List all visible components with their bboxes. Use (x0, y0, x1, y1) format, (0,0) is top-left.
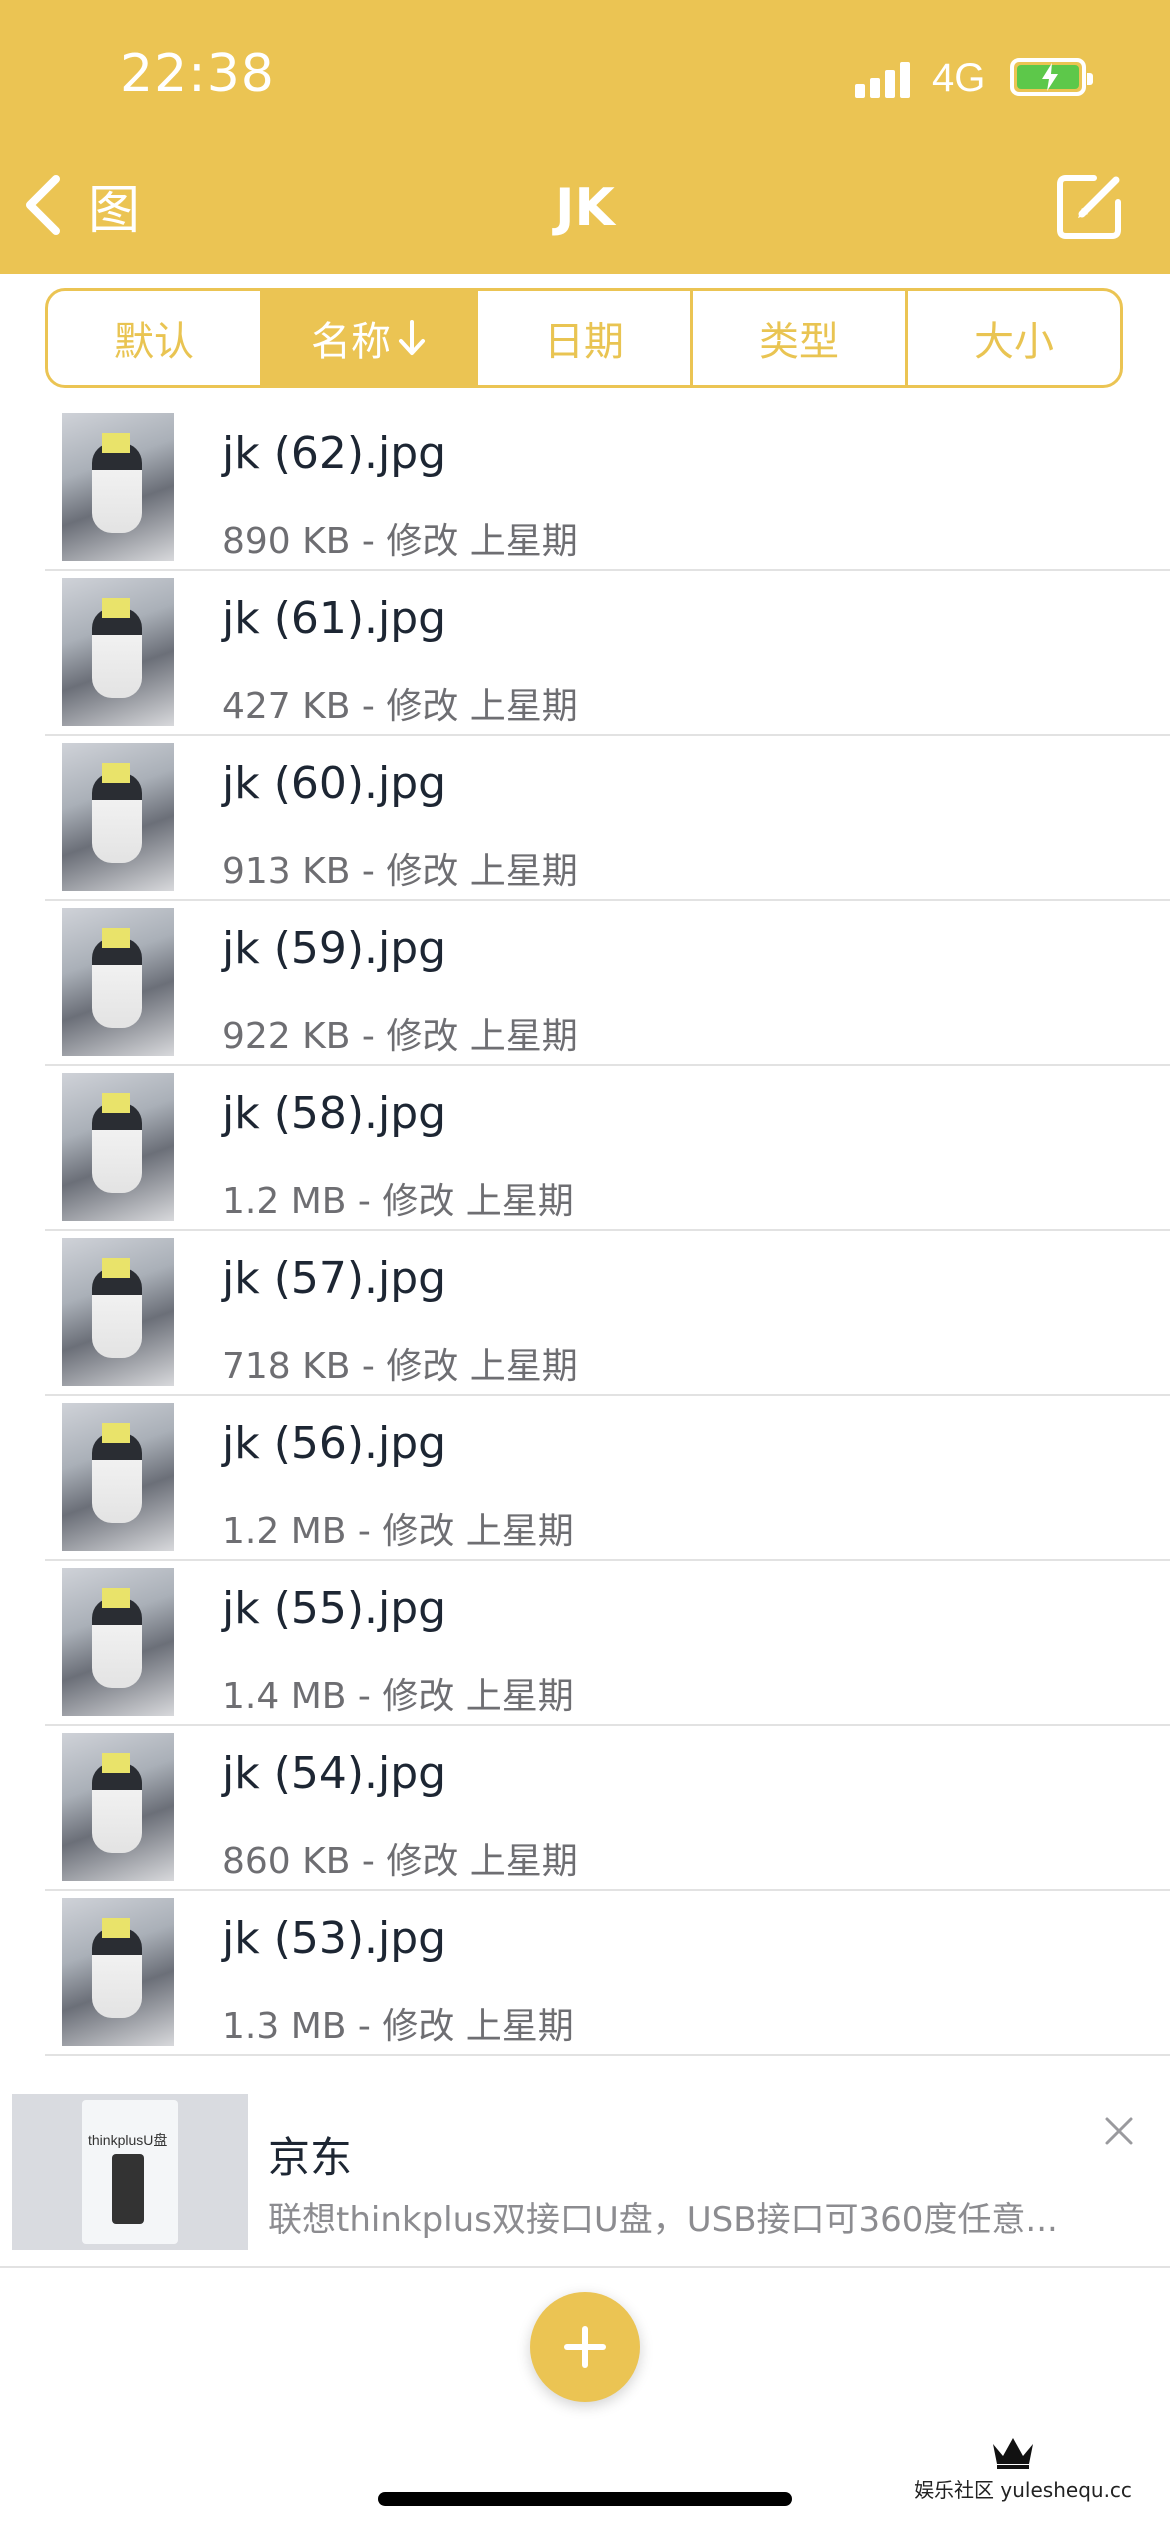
thumbnail-image (62, 1403, 174, 1551)
thumbnail-image (62, 1238, 174, 1386)
sort-default[interactable]: 默认 (48, 291, 263, 385)
edit-icon[interactable] (1054, 172, 1124, 242)
file-meta: 890 KB - 修改 上星期 (222, 521, 578, 562)
file-name: jk (61).jpg (222, 593, 447, 644)
file-meta: 860 KB - 修改 上星期 (222, 1841, 578, 1882)
home-indicator (378, 2492, 792, 2506)
file-name: jk (53).jpg (222, 1913, 447, 1964)
page-title: JK (555, 178, 615, 238)
add-button[interactable] (530, 2292, 640, 2402)
list-item[interactable]: jk (56).jpg 1.2 MB - 修改 上星期 (0, 1396, 1170, 1561)
sort-size[interactable]: 大小 (908, 291, 1120, 385)
file-meta: 913 KB - 修改 上星期 (222, 851, 578, 892)
thumbnail-image (62, 1733, 174, 1881)
file-name: jk (54).jpg (222, 1748, 447, 1799)
signal-icon (855, 58, 911, 98)
header-bar: 22:38 4G 图 JK (0, 0, 1170, 274)
list-item[interactable]: jk (57).jpg 718 KB - 修改 上星期 (0, 1231, 1170, 1396)
thumbnail-image (62, 578, 174, 726)
file-meta: 1.4 MB - 修改 上星期 (222, 1676, 574, 1717)
thumbnail-image (62, 1568, 174, 1716)
watermark: 娱乐社区 yuleshequ.cc (888, 2430, 1158, 2510)
list-item[interactable]: jk (54).jpg 860 KB - 修改 上星期 (0, 1726, 1170, 1891)
thumbnail-image (62, 1073, 174, 1221)
thumbnail-image (62, 908, 174, 1056)
network-type: 4G (932, 56, 986, 100)
ad-description: 联想thinkplus双接口U盘，USB接口可360度任意... (268, 2200, 1058, 2240)
ad-brand: 京东 (268, 2133, 353, 2182)
file-name: jk (62).jpg (222, 428, 447, 479)
file-list: jk (62).jpg 890 KB - 修改 上星期 jk (61).jpg … (0, 406, 1170, 2056)
thumbnail-image (62, 1898, 174, 2046)
file-name: jk (55).jpg (222, 1583, 447, 1634)
crown-icon (993, 2438, 1033, 2469)
thumbnail-image (62, 743, 174, 891)
file-meta: 922 KB - 修改 上星期 (222, 1016, 578, 1057)
list-item[interactable]: jk (58).jpg 1.2 MB - 修改 上星期 (0, 1066, 1170, 1231)
thumbnail-image (62, 413, 174, 561)
file-name: jk (57).jpg (222, 1253, 447, 1304)
battery-icon (1010, 58, 1093, 96)
file-name: jk (56).jpg (222, 1418, 447, 1469)
ad-product-image: thinkplusU盘 (12, 2094, 248, 2250)
file-meta: 1.2 MB - 修改 上星期 (222, 1181, 574, 1222)
list-item[interactable]: jk (55).jpg 1.4 MB - 修改 上星期 (0, 1561, 1170, 1726)
file-meta: 718 KB - 修改 上星期 (222, 1346, 578, 1387)
file-name: jk (58).jpg (222, 1088, 447, 1139)
file-meta: 427 KB - 修改 上星期 (222, 686, 578, 727)
sort-type[interactable]: 类型 (693, 291, 908, 385)
file-meta: 1.2 MB - 修改 上星期 (222, 1511, 574, 1552)
sort-date[interactable]: 日期 (478, 291, 693, 385)
file-name: jk (60).jpg (222, 758, 447, 809)
list-item[interactable]: jk (59).jpg 922 KB - 修改 上星期 (0, 901, 1170, 1066)
sort-segmented-control: 默认 名称 日期 类型 大小 (45, 288, 1123, 388)
close-icon[interactable] (1104, 2116, 1134, 2146)
ad-banner[interactable]: thinkplusU盘 京东 联想thinkplus双接口U盘，USB接口可36… (0, 2066, 1170, 2268)
list-item[interactable]: jk (60).jpg 913 KB - 修改 上星期 (0, 736, 1170, 901)
list-item[interactable]: jk (53).jpg 1.3 MB - 修改 上星期 (0, 1891, 1170, 2056)
file-name: jk (59).jpg (222, 923, 447, 974)
file-meta: 1.3 MB - 修改 上星期 (222, 2006, 574, 2047)
list-item[interactable]: jk (62).jpg 890 KB - 修改 上星期 (0, 406, 1170, 571)
arrow-down-icon (399, 320, 425, 355)
list-item[interactable]: jk (61).jpg 427 KB - 修改 上星期 (0, 571, 1170, 736)
watermark-text: 娱乐社区 yuleshequ.cc (914, 2478, 1132, 2502)
status-time: 22:38 (120, 44, 275, 104)
sort-name[interactable]: 名称 (263, 291, 478, 385)
